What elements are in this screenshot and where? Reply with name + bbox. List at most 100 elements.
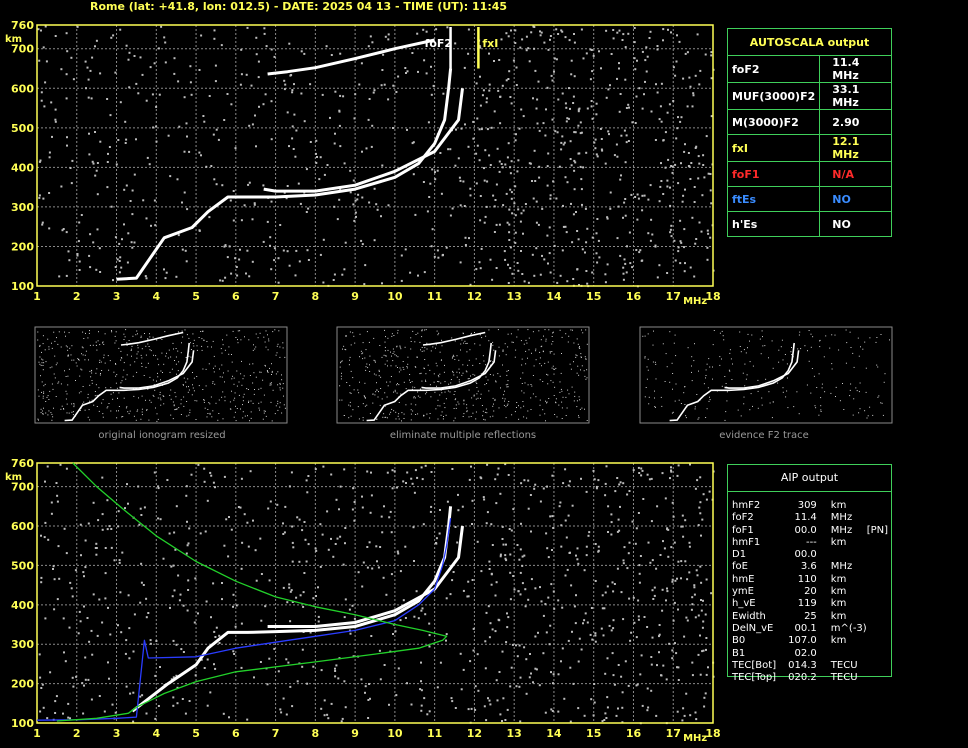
noise-dot [631,520,634,523]
xlabel: MHz [683,733,707,744]
noise-dot [640,259,643,262]
noise-dot [508,528,511,530]
noise-dot [623,129,626,132]
noise-dot [478,261,481,264]
noise-dot [571,504,574,507]
thumb-noise [258,407,260,409]
thumb-noise [357,389,359,391]
noise-dot [185,260,188,263]
thumb-noise [777,382,779,384]
noise-dot [145,616,148,619]
noise-dot [552,527,555,529]
thumb-noise [277,400,279,402]
noise-dot [124,142,127,144]
thumb-noise [545,340,547,342]
noise-dot [699,512,702,515]
thumb-noise [349,405,351,407]
noise-dot [590,607,593,609]
noise-dot [521,38,524,41]
thumb-noise [185,381,187,383]
thumb-noise [40,364,42,366]
thumb-noise [853,398,855,400]
series-upper-trace [267,38,435,76]
thumb-noise [160,404,162,406]
noise-dot [583,569,586,572]
thumb-noise [541,345,543,347]
noise-dot [70,182,73,185]
noise-dot [510,191,513,194]
noise-dot [517,208,520,211]
thumb-noise [91,382,93,384]
noise-dot [125,685,128,688]
thumb-noise [684,404,686,405]
noise-dot [669,204,672,207]
thumb-noise [154,389,156,391]
noise-dot [435,537,438,540]
noise-dot [47,538,50,541]
noise-dot [417,274,419,277]
noise-dot [624,214,627,217]
thumb-noise [141,395,143,397]
aip-extra [867,648,891,660]
noise-dot [520,482,523,485]
noise-dot [535,247,538,250]
thumb-noise [40,375,41,377]
aip-title: AIP output [728,465,891,492]
noise-dot [469,187,472,190]
thumb-noise [42,397,44,399]
noise-dot [84,60,87,63]
noise-dot [114,236,117,239]
thumb-noise [163,403,165,405]
thumb-noise [384,329,385,331]
noise-dot [132,691,135,694]
noise-dot [128,657,131,660]
thumb-noise [761,397,763,399]
autoscala-title: AUTOSCALA output [727,28,892,56]
noise-dot [683,270,686,273]
noise-dot [609,191,612,194]
noise-dot [705,648,707,651]
noise-dot [605,29,608,32]
noise-dot [664,166,667,169]
thumb-noise [396,384,398,386]
annotation-fxI: fxI [482,37,498,50]
noise-dot [107,606,109,609]
thumb-noise [672,411,674,413]
noise-dot [671,657,674,660]
noise-dot [691,661,694,664]
thumb-noise [570,368,572,370]
thumb-noise [407,356,409,358]
noise-dot [684,560,687,563]
thumb-noise [655,406,656,408]
thumb-noise [442,418,444,420]
noise-dot [656,91,659,94]
thumb-noise [515,349,517,351]
thumb-noise [118,410,119,412]
noise-dot [371,41,374,44]
noise-dot [508,223,511,226]
ionogram-chart-1: 1002003004005006007007601 2 3 4 5 6 7 8 9 10 11 12 1… [5,457,721,744]
thumb-noise [387,385,389,387]
thumb-noise [113,371,115,373]
thumb-noise [65,335,66,337]
noise-dot [623,258,626,261]
noise-dot [214,64,217,67]
thumb-noise [73,403,75,404]
thumb-noise [128,413,130,415]
noise-dot [101,621,104,624]
thumb-noise [453,408,455,409]
noise-dot [140,581,143,584]
noise-dot [451,579,454,582]
noise-dot [514,139,517,142]
noise-dot [187,579,190,582]
noise-dot [83,575,85,578]
thumb-noise [39,356,41,358]
noise-dot [69,167,72,169]
thumb-noise [484,419,486,421]
autoscala-value: 12.1 MHz [819,134,892,162]
thumb-noise [136,357,138,359]
thumb-noise [240,408,241,410]
noise-dot [260,573,263,575]
thumb-noise [174,392,176,394]
noise-dot [633,57,636,60]
